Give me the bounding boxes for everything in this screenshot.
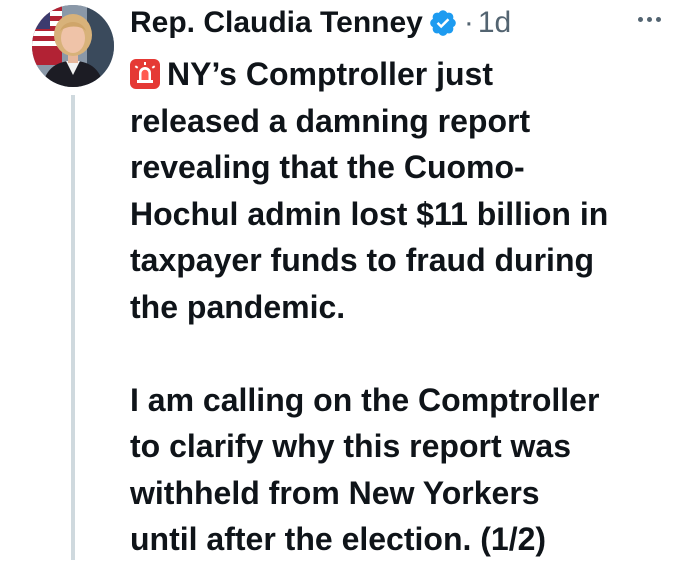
display-name[interactable]: Rep. Claudia Tenney: [130, 6, 423, 40]
avatar[interactable]: [32, 5, 114, 87]
thread-line: [71, 95, 75, 560]
verified-badge-icon: [430, 10, 456, 36]
tweet-line: withheld from New Yorkers: [130, 474, 540, 511]
timestamp[interactable]: 1d: [478, 6, 511, 40]
tweet-line: released a damning report: [130, 102, 531, 139]
tweet-line: until after the election. (1/2): [130, 521, 547, 557]
police-car-light-icon: [130, 59, 160, 89]
profile-photo: [32, 5, 114, 87]
tweet-line: I am calling on the Comptroller: [130, 381, 600, 418]
tweet-line: to clarify why this report was: [130, 428, 571, 464]
tweet-line: the pandemic.: [130, 288, 346, 325]
tweet[interactable]: Rep. Claudia Tenney · 1d NY’s Comptrolle…: [0, 0, 700, 560]
more-options-icon[interactable]: [638, 14, 668, 24]
tweet-line: taxpayer funds to fraud during: [130, 242, 595, 278]
tweet-line: Hochul admin lost $11 billion in: [130, 195, 609, 232]
tweet-line-text: NY’s Comptroller just: [167, 56, 493, 92]
tweet-header: Rep. Claudia Tenney · 1d: [130, 3, 511, 43]
tweet-line: NY’s Comptroller just: [130, 51, 690, 98]
tweet-text: NY’s Comptroller just released a damning…: [130, 51, 690, 563]
separator-dot: ·: [463, 6, 474, 39]
tweet-line: revealing that the Cuomo-: [130, 149, 525, 185]
